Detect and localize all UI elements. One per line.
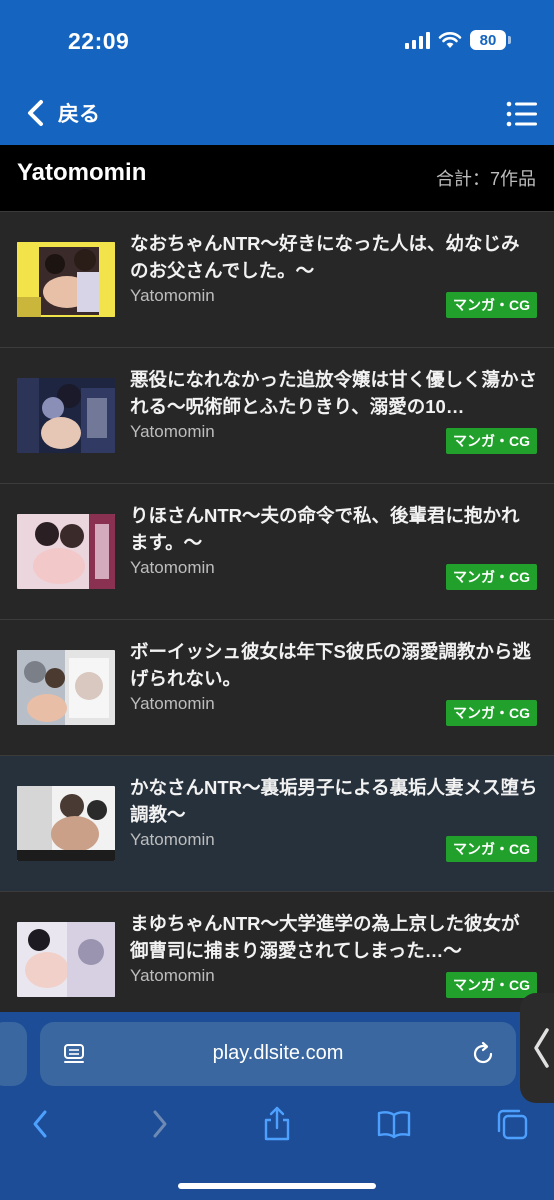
list-item[interactable]: りほさんNTR〜夫の命令で私、後輩君に抱かれます。〜 Yatomomin マンガ… (0, 484, 554, 620)
tabs-button[interactable] (492, 1104, 532, 1144)
list-item[interactable]: まゆちゃんNTR〜大学進学の為上京した彼女が御曹司に捕まり溺愛されてしまった…〜… (0, 892, 554, 1028)
item-author: Yatomomin (130, 694, 215, 713)
cover-thumbnail (17, 650, 115, 725)
home-indicator[interactable] (178, 1183, 376, 1189)
item-title: 悪役になれなかった追放令嬢は甘く優しく蕩かされる〜呪術師とふたりきり、溺愛の10… (130, 369, 538, 417)
top-bar: 22:09 80 戻る (0, 0, 554, 145)
side-tab-handle[interactable] (520, 993, 554, 1103)
works-list: なおちゃんNTR〜好きになった人は、幼なじみのお父さんでした。〜 Yatomom… (0, 212, 554, 1028)
address-bar[interactable]: play.dlsite.com (40, 1022, 516, 1086)
cellular-signal-icon (405, 31, 430, 49)
forward-nav-button[interactable] (140, 1104, 180, 1144)
list-menu-icon[interactable] (506, 100, 538, 128)
category-badge: マンガ・CG (446, 836, 537, 862)
share-button[interactable] (257, 1104, 297, 1144)
total-count: 合計：7作品 (435, 169, 536, 189)
wifi-icon (438, 32, 462, 48)
cover-thumbnail (17, 786, 115, 861)
category-badge: マンガ・CG (446, 972, 537, 998)
item-author: Yatomomin (130, 558, 215, 577)
status-time: 22:09 (68, 28, 130, 54)
category-badge: マンガ・CG (446, 428, 537, 454)
cover-thumbnail (17, 242, 115, 317)
chevron-left-icon (28, 100, 43, 126)
bookmarks-button[interactable] (374, 1104, 414, 1144)
cover-thumbnail (17, 514, 115, 589)
item-title: なおちゃんNTR〜好きになった人は、幼なじみのお父さんでした。〜 (130, 233, 520, 281)
author-name: Yatomomin (17, 159, 147, 186)
item-title: かなさんNTR〜裏垢男子による裏垢人妻メス堕ち調教〜 (130, 777, 538, 825)
list-item[interactable]: ボーイッシュ彼女は年下S彼氏の溺愛調教から逃げられない。 Yatomomin マ… (0, 620, 554, 756)
author-header: Yatomomin 合計：7作品 (0, 145, 554, 212)
tabs-icon (497, 1109, 528, 1140)
cover-thumbnail (17, 922, 115, 997)
category-badge: マンガ・CG (446, 292, 537, 318)
back-label: 戻る (58, 103, 100, 126)
list-item[interactable]: 悪役になれなかった追放令嬢は甘く優しく蕩かされる〜呪術師とふたりきり、溺愛の10… (0, 348, 554, 484)
chevron-right-icon (153, 1110, 167, 1138)
item-title: りほさんNTR〜夫の命令で私、後輩君に抱かれます。〜 (130, 505, 520, 553)
item-title: まゆちゃんNTR〜大学進学の為上京した彼女が御曹司に捕まり溺愛されてしまった…〜 (130, 913, 520, 961)
share-icon (264, 1106, 290, 1141)
item-author: Yatomomin (130, 830, 215, 849)
cover-thumbnail (17, 378, 115, 453)
item-title: ボーイッシュ彼女は年下S彼氏の溺愛調教から逃げられない。 (130, 641, 531, 689)
previous-tab-preview[interactable] (0, 1022, 27, 1086)
item-author: Yatomomin (130, 966, 215, 985)
list-item[interactable]: かなさんNTR〜裏垢男子による裏垢人妻メス堕ち調教〜 Yatomomin マンガ… (0, 756, 554, 892)
back-button[interactable]: 戻る (26, 98, 100, 128)
category-badge: マンガ・CG (446, 700, 537, 726)
book-icon (377, 1111, 411, 1139)
url-text: play.dlsite.com (212, 1042, 344, 1064)
category-badge: マンガ・CG (446, 564, 537, 590)
browser-toolbar (0, 1104, 554, 1144)
list-item[interactable]: なおちゃんNTR〜好きになった人は、幼なじみのお父さんでした。〜 Yatomom… (0, 212, 554, 348)
back-nav-button[interactable] (20, 1104, 60, 1144)
battery-icon: 80 (470, 30, 511, 50)
chevron-left-icon (33, 1110, 47, 1138)
reload-icon[interactable] (470, 1041, 496, 1067)
status-icons: 80 (405, 30, 511, 50)
item-author: Yatomomin (130, 422, 215, 441)
browser-bottom-bar: play.dlsite.com (0, 1012, 554, 1200)
item-author: Yatomomin (130, 286, 215, 305)
chevron-left-icon (534, 1028, 549, 1068)
